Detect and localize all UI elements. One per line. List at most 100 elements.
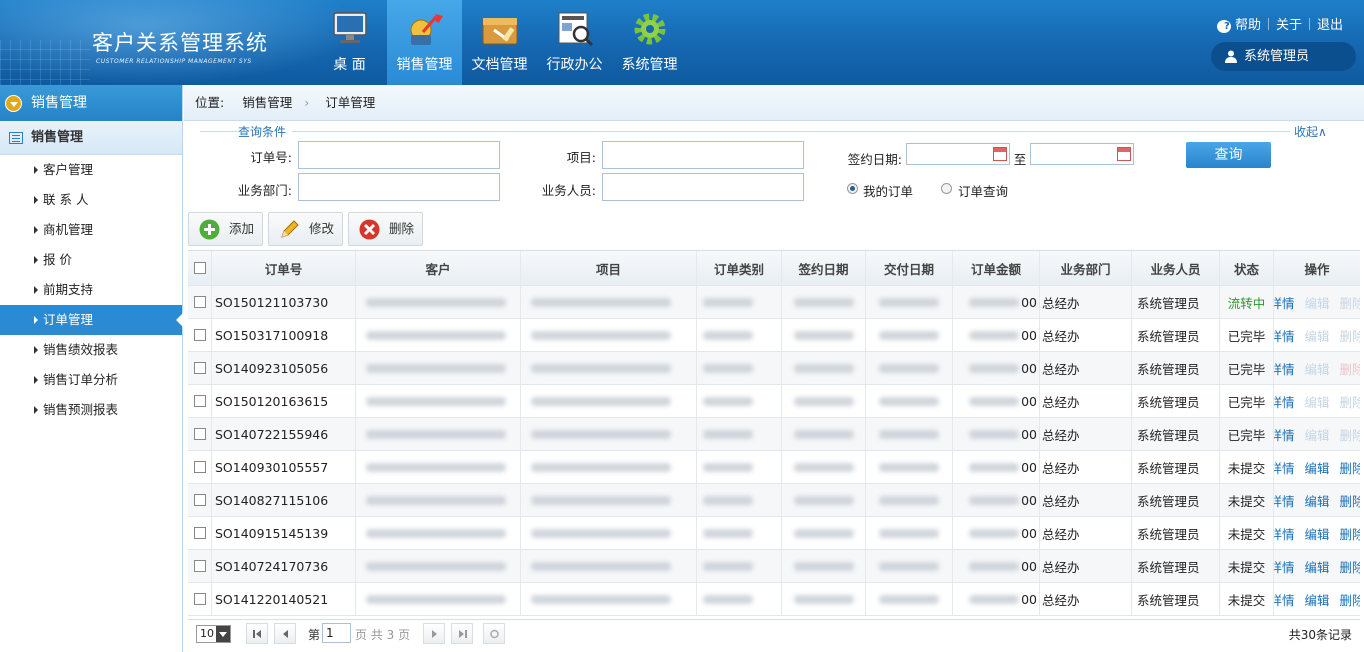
sidebar-item-orders[interactable]: 订单管理 [0,305,183,335]
table-row[interactable]: SO150317100918 00 总经办 系统管理员 已完毕 详情 编辑 删除 [188,319,1360,352]
row-checkbox[interactable] [193,593,206,605]
cell-order-no[interactable]: SO141220140521 [212,583,356,615]
row-checkbox[interactable] [193,560,206,572]
collapse-link[interactable]: 收起∧ [1290,123,1327,140]
order-query-radio[interactable] [941,183,952,194]
header-status[interactable]: 状态 [1220,251,1274,285]
my-orders-radio[interactable] [847,183,858,194]
delete-link[interactable]: 删除 [1340,590,1360,609]
table-row[interactable]: SO140827115106 00 总经办 系统管理员 未提交 详情 编辑 删除 [188,484,1360,517]
detail-link[interactable]: 详情 [1274,524,1295,543]
header-staff[interactable]: 业务人员 [1132,251,1220,285]
order-no-input[interactable] [298,141,500,169]
cell-order-no[interactable]: SO140923105056 [212,352,356,384]
edit-button[interactable]: 修改 [268,212,343,246]
delete-link[interactable]: 删除 [1340,524,1360,543]
table-row[interactable]: SO140724170736 00 总经办 系统管理员 未提交 详情 编辑 删除 [188,550,1360,583]
row-checkbox[interactable] [193,296,206,308]
cell-order-no[interactable]: SO140827115106 [212,484,356,516]
add-button[interactable]: 添加 [188,212,263,246]
edit-link[interactable]: 编辑 [1305,524,1330,543]
detail-link[interactable]: 详情 [1274,359,1295,378]
row-checkbox[interactable] [193,362,206,374]
sidebar-item-performance-report[interactable]: 销售绩效报表 [0,335,182,365]
help-link[interactable]: ? 帮助 [1210,14,1268,33]
edit-link[interactable]: 编辑 [1305,491,1330,510]
breadcrumb-sales[interactable]: 销售管理 [242,95,292,110]
row-checkbox[interactable] [193,428,206,440]
page-number-input[interactable]: 1 [322,623,351,643]
sidebar-item-forecast-report[interactable]: 销售预测报表 [0,395,182,425]
select-all-checkbox[interactable] [193,262,206,274]
table-row[interactable]: SO150121103730 00 总经办 系统管理员 流转中 详情 编辑 删除 [188,286,1360,319]
cell-order-no[interactable]: SO150317100918 [212,319,356,351]
cell-order-no[interactable]: SO140722155946 [212,418,356,450]
row-checkbox[interactable] [193,461,206,473]
staff-input[interactable] [602,173,804,201]
header-delivery-date[interactable]: 交付日期 [866,251,953,285]
calendar-icon[interactable] [1117,147,1131,161]
project-input[interactable] [602,141,804,169]
sign-date-to-input[interactable] [1030,143,1134,165]
detail-link[interactable]: 详情 [1274,458,1295,477]
sidebar-item-customers[interactable]: 客户管理 [0,155,182,185]
sidebar-header[interactable]: 销售管理 [0,85,182,121]
detail-link[interactable]: 详情 [1274,293,1295,312]
detail-link[interactable]: 详情 [1274,326,1295,345]
next-page-button[interactable] [423,623,445,644]
nav-system[interactable]: 系统管理 [612,0,687,85]
edit-link[interactable]: 编辑 [1305,458,1330,477]
edit-link[interactable]: 编辑 [1305,557,1330,576]
sidebar-item-order-analysis[interactable]: 销售订单分析 [0,365,182,395]
table-row[interactable]: SO140722155946 00 总经办 系统管理员 已完毕 详情 编辑 删除 [188,418,1360,451]
first-page-button[interactable] [246,623,268,644]
row-checkbox[interactable] [193,527,206,539]
delete-button[interactable]: 删除 [348,212,423,246]
table-row[interactable]: SO140915145139 00 总经办 系统管理员 未提交 详情 编辑 删除 [188,517,1360,550]
nav-sales[interactable]: 销售管理 [387,0,462,85]
cell-order-no[interactable]: SO150120163615 [212,385,356,417]
sidebar-item-contacts[interactable]: 联 系 人 [0,185,182,215]
row-checkbox[interactable] [193,395,206,407]
delete-link[interactable]: 删除 [1340,458,1360,477]
sidebar-item-opportunities[interactable]: 商机管理 [0,215,182,245]
row-checkbox[interactable] [193,494,206,506]
header-order-type[interactable]: 订单类别 [697,251,782,285]
page-size-select[interactable]: 10 [196,625,231,643]
sidebar-section[interactable]: 销售管理 [0,121,182,155]
nav-documents[interactable]: 文档管理 [462,0,537,85]
query-button[interactable]: 查询 [1186,142,1271,168]
sign-date-from-input[interactable] [906,143,1010,165]
cell-order-no[interactable]: SO140930105557 [212,451,356,483]
sidebar-item-presales[interactable]: 前期支持 [0,275,182,305]
logout-link[interactable]: 退出 [1310,14,1350,33]
delete-link[interactable]: 删除 [1340,557,1360,576]
header-customer[interactable]: 客户 [356,251,521,285]
cell-order-no[interactable]: SO140724170736 [212,550,356,582]
refresh-button[interactable] [483,623,505,644]
sidebar-item-quotes[interactable]: 报 价 [0,245,182,275]
row-checkbox[interactable] [193,329,206,341]
delete-link[interactable]: 删除 [1340,491,1360,510]
table-row[interactable]: SO140923105056 00 总经办 系统管理员 已完毕 详情 编辑 删除 [188,352,1360,385]
about-link[interactable]: 关于 [1269,14,1309,33]
department-input[interactable] [298,173,500,201]
cell-order-no[interactable]: SO140915145139 [212,517,356,549]
detail-link[interactable]: 详情 [1274,425,1295,444]
user-badge[interactable]: 系统管理员 [1211,42,1356,71]
edit-link[interactable]: 编辑 [1305,590,1330,609]
nav-admin-office[interactable]: 行政办公 [537,0,612,85]
calendar-icon[interactable] [993,147,1007,161]
detail-link[interactable]: 详情 [1274,557,1295,576]
header-order-no[interactable]: 订单号 [212,251,356,285]
last-page-button[interactable] [451,623,473,644]
table-row[interactable]: SO141220140521 00 总经办 系统管理员 未提交 详情 编辑 删除 [188,583,1360,616]
table-row[interactable]: SO140930105557 00 总经办 系统管理员 未提交 详情 编辑 删除 [188,451,1360,484]
detail-link[interactable]: 详情 [1274,590,1295,609]
table-row[interactable]: SO150120163615 00 总经办 系统管理员 已完毕 详情 编辑 删除 [188,385,1360,418]
prev-page-button[interactable] [274,623,296,644]
header-department[interactable]: 业务部门 [1040,251,1132,285]
cell-order-no[interactable]: SO150121103730 [212,286,356,318]
header-amount[interactable]: 订单金额 [953,251,1040,285]
detail-link[interactable]: 详情 [1274,392,1295,411]
